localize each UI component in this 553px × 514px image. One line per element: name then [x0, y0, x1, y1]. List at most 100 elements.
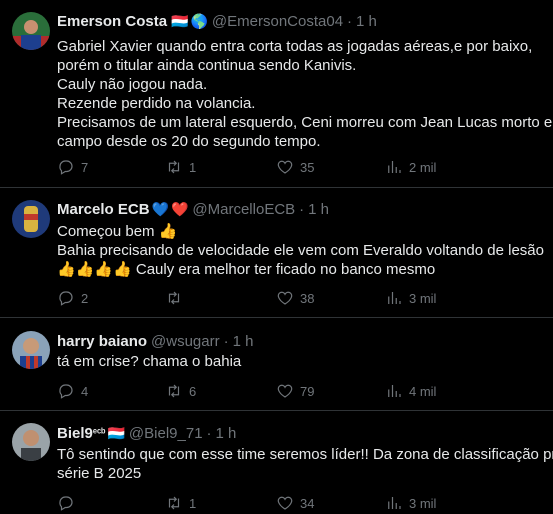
repost-button[interactable]: [165, 288, 189, 308]
ecb-badge: ᵉᶜᵇ: [92, 427, 106, 439]
reply-icon: [59, 291, 73, 306]
post-line: 👍👍👍👍 Cauly era melhor ter ficado no banc…: [57, 261, 436, 278]
separator-dot: ·: [223, 332, 229, 350]
name-badges: 💙 ❤️: [152, 201, 189, 218]
views-count: 3 mil: [409, 495, 437, 511]
timeline-feed: Emerson Costa 🇱🇺 🌎 @EmersonCosta04 · 1 h…: [0, 0, 553, 514]
repost-icon: [168, 384, 180, 398]
avatar[interactable]: [12, 200, 50, 238]
post-time[interactable]: 1 h: [308, 201, 329, 218]
post-actions: 1 34 3 mil: [57, 493, 497, 513]
post-actions: 2 38 3 mil: [57, 288, 497, 308]
reply-count: 2: [81, 290, 89, 306]
repost-button[interactable]: 6: [165, 381, 196, 401]
separator-dot: ·: [299, 200, 305, 218]
like-icon: [277, 291, 293, 305]
reply-count: 7: [81, 159, 89, 175]
display-name[interactable]: harry baiano: [57, 333, 147, 350]
post-line: Tô sentindo que com esse time seremos lí…: [57, 446, 553, 463]
repost-button[interactable]: 1: [165, 493, 196, 513]
post-emerson[interactable]: Emerson Costa 🇱🇺 🌎 @EmersonCosta04 · 1 h…: [0, 0, 553, 188]
repost-icon: [168, 160, 180, 174]
like-count: 79: [300, 383, 315, 399]
post-text: Gabriel Xavier quando entra corta todas …: [57, 37, 553, 151]
reply-button[interactable]: [57, 493, 81, 513]
views-button[interactable]: 3 mil: [385, 288, 436, 308]
repost-icon: [168, 291, 180, 305]
red-heart-badge: ❤️: [170, 200, 189, 217]
reply-button[interactable]: 7: [57, 157, 88, 177]
post-header: Emerson Costa 🇱🇺 🌎 @EmersonCosta04 · 1 h: [57, 11, 377, 31]
post-text: Começou bem 👍 Bahia precisando de veloci…: [57, 222, 544, 279]
like-button[interactable]: 35: [276, 157, 314, 177]
post-line: tá em crise? chama o bahia: [57, 353, 242, 370]
post-line: campo desde os 20 do segundo tempo.: [57, 133, 321, 150]
user-handle[interactable]: @MarcelloECB: [192, 201, 295, 218]
like-button[interactable]: 79: [276, 381, 314, 401]
repost-count: 6: [189, 383, 197, 399]
display-name[interactable]: Emerson Costa: [57, 13, 167, 30]
post-line: Começou bem 👍: [57, 223, 178, 240]
reply-button[interactable]: 4: [57, 381, 88, 401]
like-button[interactable]: 34: [276, 493, 314, 513]
blue-heart-badge: 💙: [151, 200, 169, 217]
reply-icon: [59, 496, 73, 511]
reply-icon: [59, 384, 73, 399]
avatar[interactable]: [12, 12, 50, 50]
views-button[interactable]: 3 mil: [385, 493, 436, 513]
post-time[interactable]: 1 h: [233, 333, 254, 350]
reply-icon: [59, 160, 73, 175]
globe-badge: 🌎: [190, 12, 208, 29]
like-button[interactable]: 38: [276, 288, 314, 308]
post-line: Precisamos de um lateral esquerdo, Ceni …: [57, 114, 553, 131]
post-text: tá em crise? chama o bahia: [57, 352, 539, 371]
post-line: série B 2025: [57, 465, 142, 482]
post-header: Marcelo ECB 💙 ❤️ @MarcelloECB · 1 h: [57, 199, 329, 219]
like-icon: [277, 496, 293, 510]
flag-badge: 🇱🇺: [107, 424, 125, 441]
views-count: 4 mil: [409, 383, 437, 399]
avatar[interactable]: [12, 331, 50, 369]
separator-dot: ·: [206, 424, 212, 442]
name-badges: 🇱🇺 🌎: [171, 13, 208, 30]
repost-count: 1: [189, 159, 197, 175]
views-icon: [388, 385, 401, 397]
post-actions: 4 6 79 4 mil: [57, 381, 497, 401]
post-header: Biel9 ᵉᶜᵇ 🇱🇺 @Biel9_71 · 1 h: [57, 423, 236, 443]
avatar[interactable]: [12, 423, 50, 461]
views-button[interactable]: 2 mil: [385, 157, 436, 177]
like-count: 38: [300, 290, 315, 306]
repost-count: 1: [189, 495, 197, 511]
repost-button[interactable]: 1: [165, 157, 196, 177]
repost-icon: [168, 496, 180, 510]
views-count: 2 mil: [409, 159, 437, 175]
post-time[interactable]: 1 h: [356, 13, 377, 30]
views-icon: [388, 497, 401, 509]
flag-badge: 🇱🇺: [171, 12, 189, 29]
display-name[interactable]: Biel9: [57, 425, 93, 442]
name-badges: ᵉᶜᵇ 🇱🇺: [93, 425, 125, 442]
user-handle[interactable]: @Biel9_71: [129, 425, 203, 442]
post-header: harry baiano @wsugarr · 1 h: [57, 331, 253, 351]
views-icon: [388, 161, 401, 173]
like-count: 35: [300, 159, 315, 175]
reply-count: 4: [81, 383, 89, 399]
user-handle[interactable]: @EmersonCosta04: [212, 13, 343, 30]
post-actions: 7 1 35 2 mil: [57, 157, 497, 177]
reply-button[interactable]: 2: [57, 288, 88, 308]
post-text: Tô sentindo que com esse time seremos lí…: [57, 445, 553, 483]
post-biel[interactable]: Biel9 ᵉᶜᵇ 🇱🇺 @Biel9_71 · 1 h Tô sentindo…: [0, 412, 553, 514]
post-line: porém o titular ainda continua sendo Kan…: [57, 57, 357, 74]
post-line: Bahia precisando de velocidade ele vem c…: [57, 242, 544, 259]
user-handle[interactable]: @wsugarr: [151, 333, 220, 350]
post-line: Cauly não jogou nada.: [57, 76, 208, 93]
post-line: Gabriel Xavier quando entra corta todas …: [57, 38, 533, 55]
post-time[interactable]: 1 h: [216, 425, 237, 442]
post-marcelo[interactable]: Marcelo ECB 💙 ❤️ @MarcelloECB · 1 h Come…: [0, 189, 553, 318]
views-icon: [388, 292, 401, 304]
separator-dot: ·: [347, 12, 353, 30]
like-icon: [277, 384, 293, 398]
post-harry[interactable]: harry baiano @wsugarr · 1 h tá em crise?…: [0, 319, 553, 411]
display-name[interactable]: Marcelo ECB: [57, 201, 150, 218]
views-button[interactable]: 4 mil: [385, 381, 436, 401]
